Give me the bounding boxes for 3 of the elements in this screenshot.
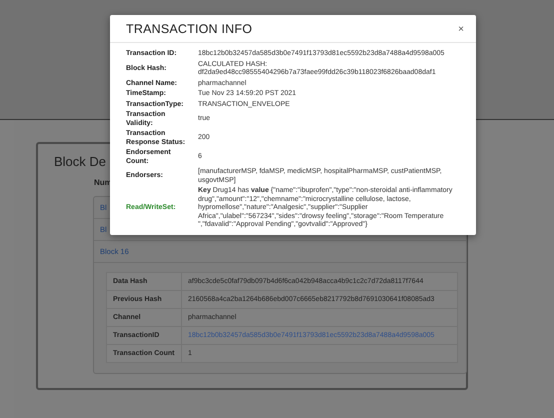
section-heading: Block De: [54, 153, 106, 171]
close-button[interactable]: ×: [456, 24, 466, 34]
dialog-title: TRANSACTION INFO: [126, 22, 252, 36]
